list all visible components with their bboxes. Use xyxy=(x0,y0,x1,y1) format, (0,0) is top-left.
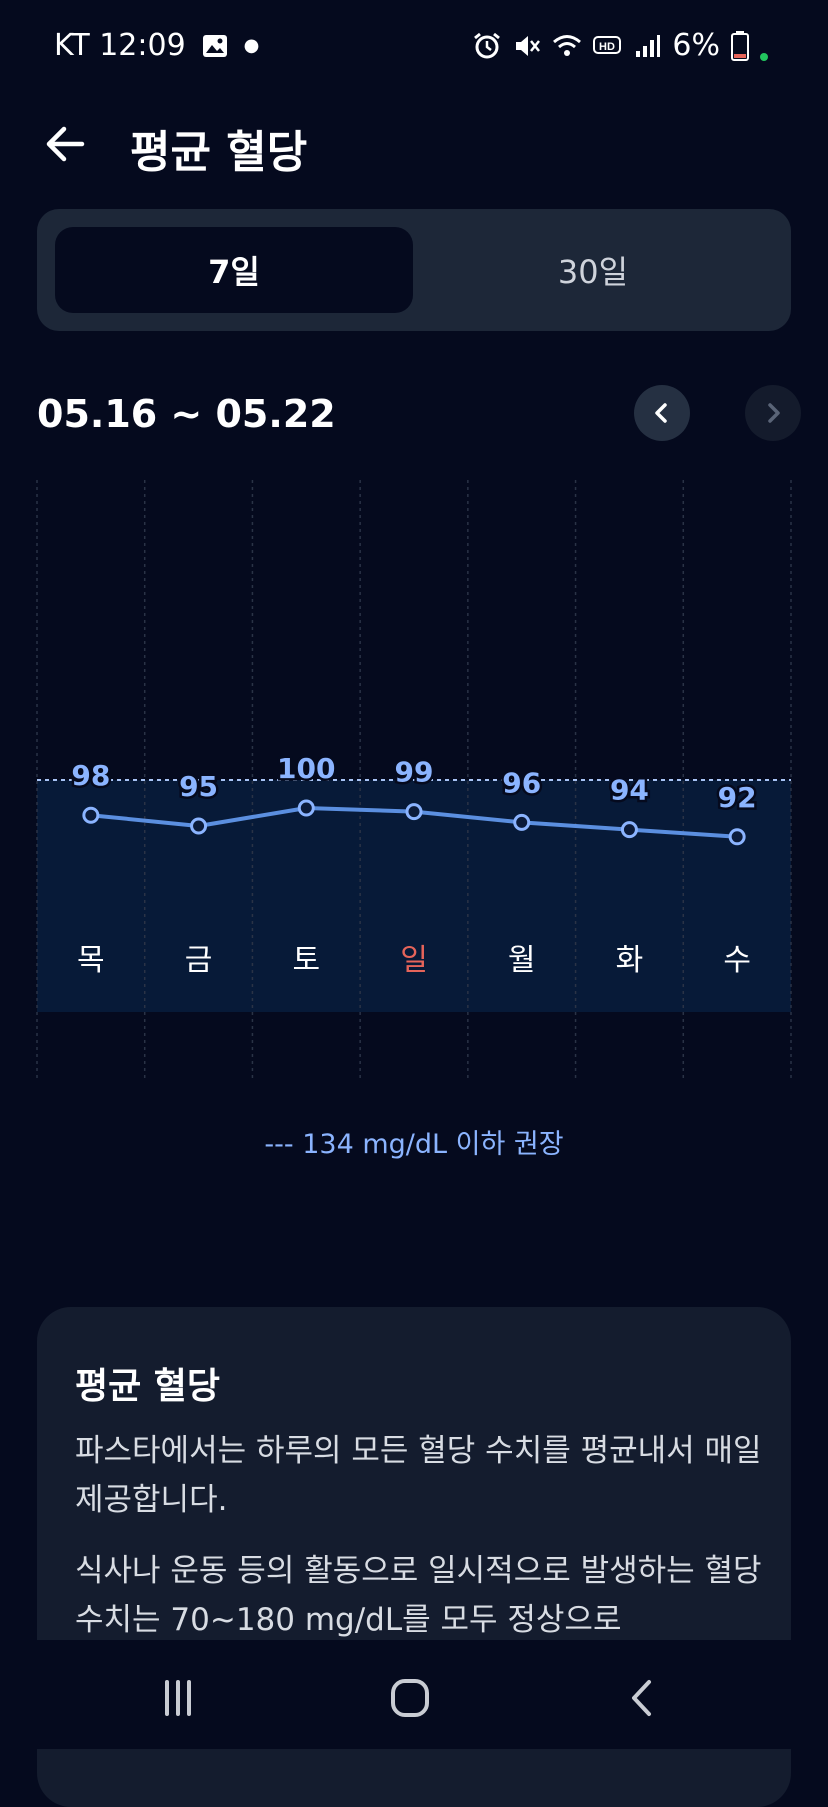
status-bar: KT 12:09 ● HD 6% xyxy=(0,0,828,96)
notification-dot-icon: ● xyxy=(243,35,260,56)
data-point xyxy=(728,828,746,846)
chevron-left-icon xyxy=(655,403,667,423)
data-label: 95 xyxy=(179,770,218,803)
battery-percent: 6% xyxy=(672,28,720,63)
mute-icon xyxy=(516,35,541,56)
page-title: 평균 혈당 xyxy=(130,127,308,178)
back-button[interactable] xyxy=(40,118,92,170)
back-icon xyxy=(632,1680,651,1716)
gallery-icon xyxy=(202,34,227,57)
info-card-paragraph-2: 식사나 운동 등의 활동으로 일시적으로 발생하는 혈당 수치는 70~180 … xyxy=(75,1553,762,1638)
battery-icon xyxy=(731,30,749,61)
system-nav-bar xyxy=(0,1648,828,1749)
arrow-left-icon xyxy=(46,126,85,162)
status-left: KT 12:09 ● xyxy=(54,28,259,63)
x-tick-label: 목 xyxy=(77,943,105,978)
system-back-button[interactable] xyxy=(612,1668,672,1728)
recent-apps-icon xyxy=(165,1680,191,1716)
average-glucose-chart: 98 95 100 99 96 94 92 목 금 토 일 월 화 수 xyxy=(36,480,792,1080)
data-label: 94 xyxy=(610,774,649,807)
data-point xyxy=(82,806,100,824)
data-label: 98 xyxy=(71,759,110,792)
hd-voice-icon: HD xyxy=(593,35,622,54)
x-tick-label: 토 xyxy=(292,943,320,978)
data-point xyxy=(513,813,531,831)
data-label: 100 xyxy=(277,752,335,785)
data-point xyxy=(297,799,315,817)
date-range: 05.16 ~ 05.22 xyxy=(37,392,336,436)
chart-legend: --- 134 mg/dL 이하 권장 xyxy=(264,1129,564,1160)
privacy-dot-icon xyxy=(760,52,768,61)
data-label: 96 xyxy=(502,766,541,799)
data-point xyxy=(620,821,638,839)
next-period-button[interactable] xyxy=(745,385,801,441)
home-icon xyxy=(391,1679,429,1717)
chevron-right-icon xyxy=(768,403,780,423)
signal-icon xyxy=(636,34,661,57)
home-button[interactable] xyxy=(380,1668,440,1728)
x-tick-label: 수 xyxy=(723,943,751,978)
x-tick-label: 화 xyxy=(616,943,644,978)
data-point xyxy=(190,817,208,835)
wifi-icon xyxy=(553,34,582,56)
x-tick-label: 월 xyxy=(508,943,536,978)
content-clip xyxy=(0,1640,828,1648)
info-card-title: 평균 혈당 xyxy=(75,1366,221,1407)
previous-period-button[interactable] xyxy=(634,385,690,441)
status-right: HD 6% xyxy=(472,28,768,63)
alarm-icon xyxy=(474,32,501,58)
recent-apps-button[interactable] xyxy=(148,1668,208,1728)
tab-30-days[interactable]: 30일 xyxy=(413,227,773,313)
carrier-time: KT 12:09 xyxy=(54,28,186,63)
data-label: 92 xyxy=(718,781,757,814)
svg-text:HD: HD xyxy=(599,41,615,53)
data-point xyxy=(405,803,423,821)
data-label: 99 xyxy=(395,756,434,789)
tab-7-days[interactable]: 7일 xyxy=(55,227,413,313)
x-tick-label: 일 xyxy=(400,943,428,978)
x-tick-label: 금 xyxy=(185,943,213,978)
info-card-paragraph-1: 파스타에서는 하루의 모든 혈당 수치를 평균내서 매일 제공합니다. xyxy=(75,1433,762,1518)
period-segmented-control: 7일 30일 xyxy=(37,209,791,331)
